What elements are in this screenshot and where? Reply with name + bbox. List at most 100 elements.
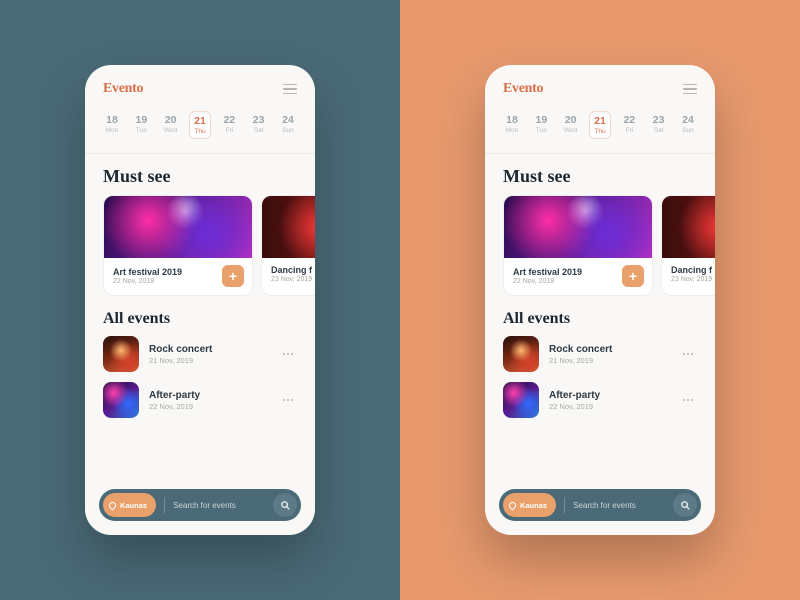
pin-icon [108, 500, 118, 510]
event-image [104, 196, 252, 258]
must-see-card[interactable]: Dancing f 23 Nov, 2019 [261, 195, 315, 296]
add-button[interactable]: + [622, 265, 644, 287]
event-title: After-party [549, 390, 600, 401]
menu-icon[interactable] [283, 84, 297, 95]
event-title: After-party [149, 390, 200, 401]
must-see-card[interactable]: Dancing f 23 Nov, 2019 [661, 195, 715, 296]
layout-right-panel: Evento 18Mon19Tue20Wed21Thu22Fri23Sat24S… [400, 0, 800, 600]
app-header: Evento [485, 65, 715, 107]
day-number: 21 [194, 115, 206, 127]
day-number: 19 [135, 114, 147, 126]
day-number: 22 [223, 114, 235, 126]
event-title: Dancing f [271, 265, 312, 275]
pin-icon [508, 500, 518, 510]
search-input[interactable]: Search for events [573, 501, 665, 510]
event-thumbnail [503, 336, 539, 372]
layout-left-panel: Evento 18Mon 19Tue 20Wed 21Thu 22Fri 23Sat 24S… [0, 0, 400, 600]
day-label: Wed [164, 127, 177, 134]
day-label: Sat [654, 127, 664, 134]
list-item[interactable]: After-party 22 Nov, 2019 [103, 382, 297, 418]
search-button[interactable] [673, 493, 697, 517]
menu-icon[interactable] [683, 84, 697, 95]
calendar-strip: 18Mon 19Tue 20Wed 21Thu 22Fri 23Sat 24Sun [485, 107, 715, 154]
list-item[interactable]: Rock concert 21 Nov, 2019 [103, 336, 297, 372]
event-date: 22 Nov, 2019 [549, 402, 600, 411]
divider [564, 497, 565, 513]
day-label: Thu [194, 128, 205, 135]
day-number: 18 [106, 114, 118, 126]
app-logo: Evento [503, 81, 543, 97]
calendar-day[interactable]: 19Tue [130, 111, 152, 139]
location-chip[interactable]: Kaunas [503, 493, 556, 517]
must-see-heading: Must see [485, 154, 715, 195]
day-number: 20 [165, 114, 177, 126]
must-see-heading: Must see [85, 154, 315, 195]
calendar-day[interactable]: 23Sat [648, 111, 670, 139]
plus-icon: + [229, 269, 237, 283]
calendar-day[interactable]: 23Sat [248, 111, 270, 139]
divider [164, 497, 165, 513]
calendar-day[interactable]: 20Wed [560, 111, 582, 139]
event-image [504, 196, 652, 258]
day-label: Wed [564, 127, 577, 134]
calendar-day[interactable]: 18Mon [501, 111, 523, 139]
events-list: Rock concert 21 Nov, 2019 After-party 22… [485, 336, 715, 418]
calendar-day[interactable]: 24Sun [277, 111, 299, 139]
day-number: 18 [506, 114, 518, 126]
plus-icon: + [629, 269, 637, 283]
must-see-card[interactable]: Art festival 2019 22 Nov, 2019 + [503, 195, 653, 296]
day-label: Thu [594, 128, 605, 135]
day-number: 19 [535, 114, 547, 126]
list-item[interactable]: Rock concert 21 Nov, 2019 [503, 336, 697, 372]
event-thumbnail [503, 382, 539, 418]
list-item[interactable]: After-party 22 Nov, 2019 [503, 382, 697, 418]
search-button[interactable] [273, 493, 297, 517]
more-icon[interactable] [279, 395, 297, 405]
must-see-carousel[interactable]: Art festival 2019 22 Nov, 2019 + Dancing… [85, 195, 315, 296]
event-date: 21 Nov, 2019 [149, 356, 212, 365]
day-label: Mon [106, 127, 119, 134]
event-title: Rock concert [549, 344, 612, 355]
app-logo: Evento [103, 81, 143, 97]
calendar-day[interactable]: 21Thu [189, 111, 211, 139]
all-events-heading: All events [85, 296, 315, 336]
add-button[interactable]: + [222, 265, 244, 287]
more-icon[interactable] [279, 349, 297, 359]
day-number: 21 [594, 115, 606, 127]
calendar-day[interactable]: 20Wed [160, 111, 182, 139]
calendar-day[interactable]: 24Sun [677, 111, 699, 139]
more-icon[interactable] [679, 395, 697, 405]
must-see-card[interactable]: Art festival 2019 22 Nov, 2019 + [103, 195, 253, 296]
day-number: 20 [565, 114, 577, 126]
calendar-day[interactable]: 18Mon [101, 111, 123, 139]
calendar-day[interactable]: 21Thu [589, 111, 611, 139]
day-label: Fri [226, 127, 234, 134]
event-title: Rock concert [149, 344, 212, 355]
event-thumbnail [103, 382, 139, 418]
event-image [662, 196, 715, 258]
app-header: Evento [85, 65, 315, 107]
all-events-heading: All events [485, 296, 715, 336]
day-label: Sun [682, 127, 694, 134]
event-date: 21 Nov, 2019 [549, 356, 612, 365]
events-list: Rock concert 21 Nov, 2019 After-party 22… [85, 336, 315, 418]
must-see-carousel[interactable]: Art festival 2019 22 Nov, 2019 + Dancing… [485, 195, 715, 296]
location-label: Kaunas [520, 501, 547, 510]
day-number: 24 [682, 114, 694, 126]
event-title: Art festival 2019 [113, 267, 182, 277]
day-label: Tue [536, 127, 547, 134]
day-label: Fri [626, 127, 634, 134]
search-input[interactable]: Search for events [173, 501, 265, 510]
phone-frame: Evento 18Mon 19Tue 20Wed 21Thu 22Fri 23Sat 24S… [85, 65, 315, 535]
day-number: 23 [253, 114, 265, 126]
calendar-day[interactable]: 22Fri [618, 111, 640, 139]
calendar-day[interactable]: 19Tue [530, 111, 552, 139]
day-number: 23 [653, 114, 665, 126]
event-date: 22 Nov, 2019 [113, 278, 182, 285]
calendar-day[interactable]: 22Fri [218, 111, 240, 139]
event-title: Art festival 2019 [513, 267, 582, 277]
more-icon[interactable] [679, 349, 697, 359]
location-chip[interactable]: Kaunas [103, 493, 156, 517]
phone-frame: Evento 18Mon19Tue20Wed21Thu22Fri23Sat24S… [485, 65, 715, 535]
day-number: 22 [623, 114, 635, 126]
